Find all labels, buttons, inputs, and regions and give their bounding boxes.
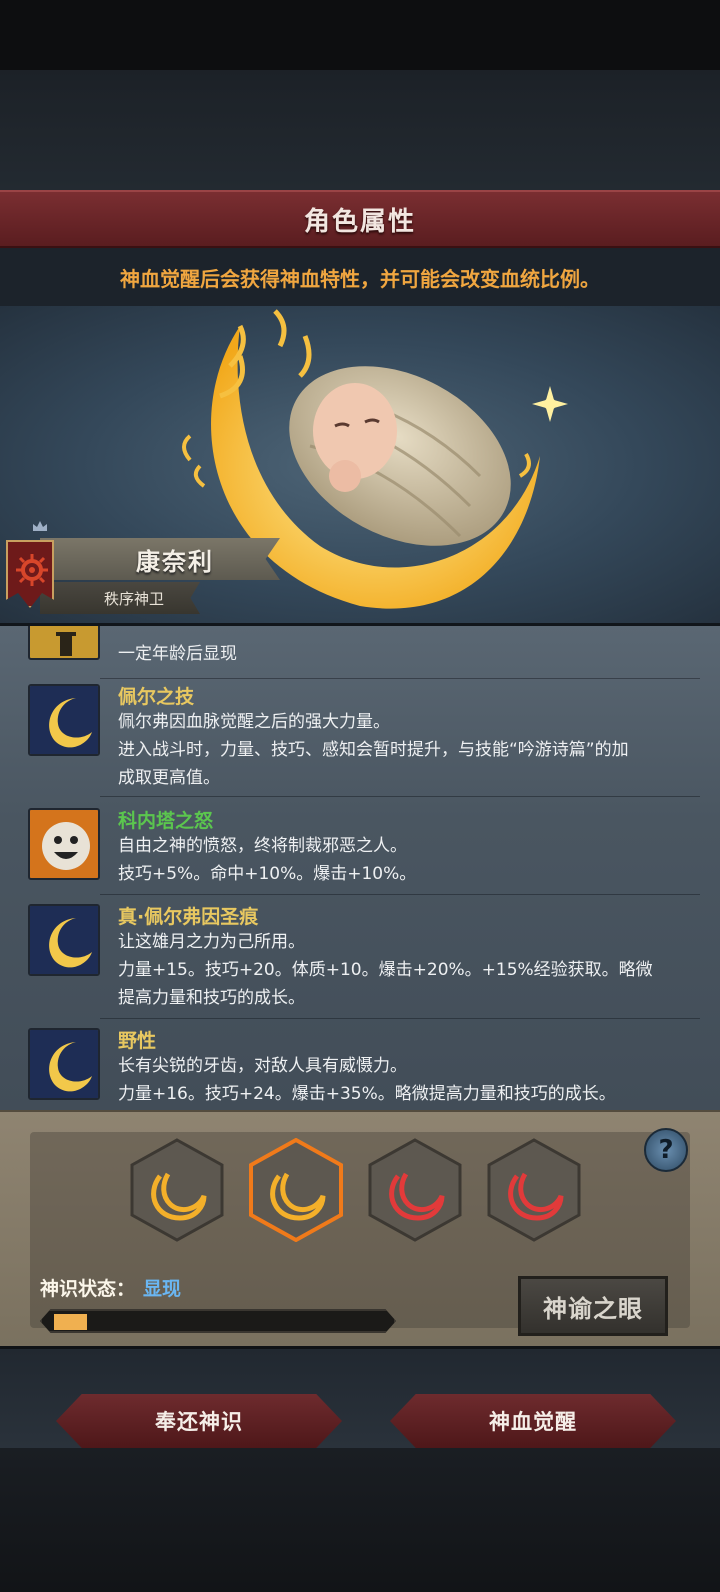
trait-name: 野性 — [118, 1030, 157, 1052]
character-title: 秩序神卫 — [103, 589, 164, 608]
blood-awaken-button[interactable]: 神血觉醒 — [390, 1394, 676, 1448]
moon-icon — [28, 1028, 100, 1100]
trait-name: 佩尔之技 — [118, 686, 195, 708]
bloodline-slot-gold[interactable] — [130, 1138, 224, 1242]
trait-name: 科内塔之怒 — [118, 810, 214, 832]
notice-bar: 神血觉醒后会获得神血特性，并可能会改变血统比例。 — [0, 248, 720, 306]
title-bar: 角色属性 — [0, 190, 720, 248]
trait-line: 长有尖锐的牙齿，对敌人具有威慑力。 — [118, 1056, 407, 1076]
bloodline-slot-red[interactable] — [368, 1138, 462, 1242]
blood-awaken-label: 神血觉醒 — [489, 1410, 577, 1434]
divider — [100, 894, 700, 895]
character-name: 康奈利 — [136, 547, 214, 576]
moon-icon — [28, 904, 100, 976]
trait-list[interactable]: 一定年龄后显现 佩尔之技 佩尔弗因血脉觉醒之后的强大力量。 进入战斗时，力量、技… — [0, 626, 720, 1110]
tower-icon — [28, 626, 100, 660]
sun-gear-icon — [16, 554, 48, 586]
divine-progress-fill — [54, 1314, 87, 1330]
trait-line: 提高力量和技巧的成长。 — [118, 988, 305, 1008]
page-title: 角色属性 — [303, 206, 416, 237]
trait-line: 力量+15。技巧+20。体质+10。爆击+20%。+15%经验获取。略微 — [118, 960, 653, 980]
divider — [100, 796, 700, 797]
oracle-eye-button[interactable]: 神谕之眼 — [518, 1276, 668, 1336]
bottom-backdrop — [0, 1448, 720, 1592]
top-backdrop — [0, 70, 720, 190]
trait-line: 进入战斗时，力量、技巧、感知会暂时提升，与技能“吟游诗篇”的加 — [118, 740, 629, 760]
trait-line: 成取更高值。 — [118, 768, 220, 788]
return-divine-button[interactable]: 奉还神识 — [56, 1394, 342, 1448]
divider — [100, 1018, 700, 1019]
trait-line: 自由之神的愤怒，终将制裁邪恶之人。 — [118, 836, 407, 856]
divine-status-value: 显现 — [143, 1278, 182, 1300]
bloodline-slot-red[interactable] — [487, 1138, 581, 1242]
trait-name: 真·佩尔弗因圣痕 — [118, 906, 259, 928]
trait-line: 佩尔弗因血脉觉醒之后的强大力量。 — [118, 712, 390, 732]
status-bar-area — [0, 0, 720, 70]
help-icon[interactable]: ? — [644, 1128, 688, 1172]
return-divine-label: 奉还神识 — [155, 1410, 243, 1434]
character-name-banner: 康奈利 — [40, 538, 280, 580]
trait-line: 技巧+5%。命中+10%。爆击+10%。 — [118, 864, 417, 884]
face-icon — [28, 808, 100, 880]
character-title-banner: 秩序神卫 — [40, 582, 200, 614]
trait-line: 一定年龄后显现 — [118, 644, 237, 664]
oracle-eye-label: 神谕之眼 — [543, 1294, 643, 1323]
divine-progress-bar — [40, 1309, 396, 1333]
divine-status-label: 神识状态： — [40, 1278, 136, 1300]
notice-text: 神血觉醒后会获得神血特性，并可能会改变血统比例。 — [120, 266, 600, 291]
trait-line: 力量+16。技巧+24。爆击+35%。略微提高力量和技巧的成长。 — [118, 1084, 616, 1104]
divider — [100, 678, 700, 679]
moon-icon — [28, 684, 100, 756]
bloodline-slot-selected[interactable] — [249, 1138, 343, 1242]
rank-crown-icon — [33, 521, 47, 531]
trait-line: 让这雄月之力为己所用。 — [118, 932, 305, 952]
